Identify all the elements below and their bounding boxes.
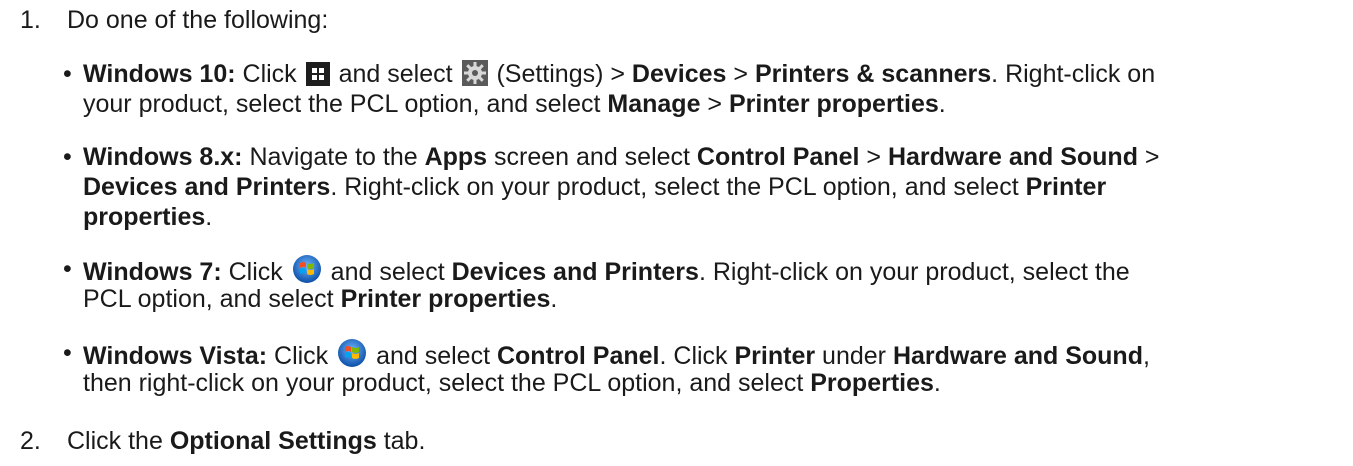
text-segment: > <box>726 60 755 88</box>
bold-term: Control Panel <box>696 143 860 171</box>
text-segment: . <box>938 90 946 118</box>
bold-term: properties <box>83 203 206 231</box>
text-segment: . Click <box>659 342 735 370</box>
bold-term: Manage <box>607 90 701 118</box>
bold-term: Printer <box>1025 173 1107 201</box>
text-segment: under <box>815 342 893 370</box>
os-label: Windows 10: <box>83 60 236 88</box>
text-segment: . <box>550 285 558 313</box>
bullet-dot: • <box>63 255 72 283</box>
bold-term: Devices <box>631 60 727 88</box>
bullet-dot: • <box>63 143 72 171</box>
bullet-dot: • <box>63 60 72 88</box>
bold-term: Hardware and Sound <box>892 342 1143 370</box>
text-segment: Click <box>235 60 304 88</box>
bold-term: Properties <box>810 369 934 397</box>
bold-term: Printers & scanners <box>754 60 992 88</box>
bold-term: Control Panel <box>496 342 660 370</box>
text-segment: > <box>700 90 729 118</box>
bullet-text: Windows Vista: Click and select Control … <box>83 338 1338 398</box>
bold-term: Devices and Printers <box>451 258 699 286</box>
text-segment: then right-click on your product, select… <box>83 369 811 397</box>
text-segment: , <box>1142 342 1150 370</box>
step-text: Do one of the following: <box>67 6 329 34</box>
bold-term: Printer <box>734 342 816 370</box>
text-segment: your product, select the PCL option, and… <box>83 90 608 118</box>
bullet-text: Windows 7: Click and select Devices and … <box>83 254 1338 314</box>
bold-term: Devices and Printers <box>83 173 331 201</box>
text-segment: PCL option, and select <box>83 285 341 313</box>
bullet-text: Windows 10: Click and select (Settings) … <box>83 59 1338 119</box>
step-number: 1. <box>20 6 41 34</box>
text-segment: Click <box>267 342 336 370</box>
text-segment: (Settings) > <box>489 60 632 88</box>
bullet-dot: • <box>63 339 72 367</box>
text-segment: . Right-click on <box>991 60 1156 88</box>
text-segment: > <box>1137 143 1160 171</box>
bold-term: Apps <box>424 143 488 171</box>
bold-term: Hardware and Sound <box>887 143 1138 171</box>
text-segment: Click <box>221 258 290 286</box>
text-segment: > <box>859 143 888 171</box>
bold-term: Printer properties <box>340 285 551 313</box>
text-segment: tab. <box>376 427 426 455</box>
bold-term: Printer properties <box>728 90 939 118</box>
text-segment: Navigate to the <box>242 143 425 171</box>
text-segment: screen and select <box>487 143 697 171</box>
text-segment: . <box>205 203 213 231</box>
text-segment: . Right-click on your product, select th… <box>698 258 1130 286</box>
text-segment: and select <box>323 258 452 286</box>
text-segment: . <box>933 369 941 397</box>
step-number: 2. <box>20 427 41 455</box>
bold-term: Optional Settings <box>169 427 377 455</box>
os-label: Windows Vista: <box>83 342 268 370</box>
os-label: Windows 7: <box>83 258 222 286</box>
instructions-document: 1. Do one of the following: • Windows 10… <box>0 0 1353 466</box>
os-label: Windows 8.x: <box>83 143 243 171</box>
bullet-text: Windows 8.x: Navigate to the Apps screen… <box>83 142 1338 232</box>
text-segment: and select <box>369 342 497 370</box>
step-text: Click the Optional Settings tab. <box>67 426 425 456</box>
text-segment: and select <box>331 60 460 88</box>
text-segment: Click the <box>67 427 170 455</box>
text-segment: . Right-click on your product, select th… <box>330 173 1026 201</box>
